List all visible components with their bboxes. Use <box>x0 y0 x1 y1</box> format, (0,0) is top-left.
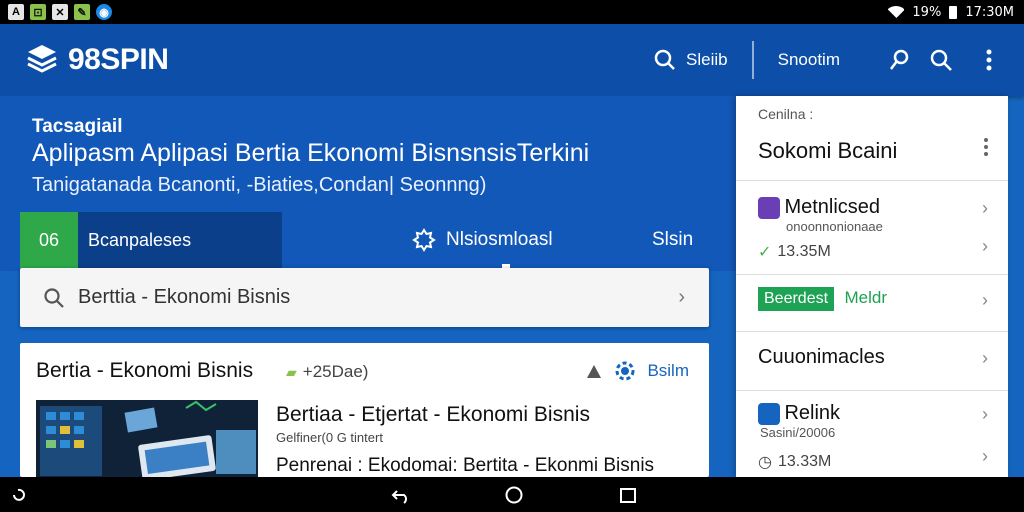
tab-first[interactable]: Bcanpaleses <box>78 212 282 268</box>
chevron-right-icon[interactable]: › <box>982 290 988 311</box>
tab-badge[interactable]: 06 <box>20 212 78 268</box>
recents-icon[interactable] <box>618 485 638 505</box>
x-icon: ✕ <box>52 4 68 20</box>
tab-middle[interactable]: Nlsiosmloasl <box>412 212 553 270</box>
card-date: ▰ +25Dae) <box>286 362 368 382</box>
panel-item-3-name: Cuuonimacles <box>758 346 885 368</box>
image-icon: ⊡ <box>30 4 46 20</box>
search-icon <box>654 49 675 70</box>
a-icon: A <box>8 4 24 20</box>
tab-last[interactable]: Slsin <box>652 212 693 268</box>
panel-item-1[interactable]: Metnlicsed onoonnonionaae ✓ 13.35M <box>758 196 988 262</box>
app-icon <box>758 402 780 425</box>
wifi-icon <box>888 6 904 18</box>
panel-divider <box>736 390 1008 391</box>
panel-divider <box>736 274 1008 275</box>
article-meta: Gelfiner(0 G tintert <box>276 430 383 445</box>
magnifier-icon <box>930 49 952 71</box>
panel-item-1-size: 13.35M <box>777 243 831 260</box>
search-bar-icon <box>44 287 64 308</box>
search-query: Berttia - Ekonomi Bisnis <box>78 286 291 308</box>
search-icon-button[interactable] <box>928 47 954 73</box>
panel-item-1-size-row: ✓ 13.35M <box>758 242 988 262</box>
panel-title: Sokomi Bcaini <box>758 138 898 163</box>
search-bar[interactable]: Berttia - Ekonomi Bisnis › <box>20 268 709 327</box>
chevron-right-icon: › <box>678 286 685 308</box>
system-nav-bar <box>0 477 1024 512</box>
panel-item-2[interactable]: Beerdest Meldr <box>758 287 988 311</box>
card-date-text: +25Dae) <box>302 362 369 381</box>
card-actions: Bsilm <box>585 361 689 381</box>
notification-icons: A ⊡ ✕ ✎ ◉ <box>8 4 112 20</box>
panel-item-4-size: 13.33M <box>777 453 832 470</box>
tab-row: 06 Bcanpaleses Nlsiosmloasl Slsin <box>20 212 710 270</box>
panel-item-3[interactable]: Cuuonimacles <box>758 346 988 369</box>
panel-more-icon[interactable] <box>984 138 990 156</box>
news-card[interactable]: Bertia - Ekonomi Bisnis ▰ +25Dae) Bsilm … <box>20 343 709 477</box>
slash-icon: ✎ <box>74 4 90 20</box>
share-icon[interactable] <box>585 362 603 380</box>
overflow-menu-button[interactable] <box>976 47 1002 73</box>
status-bar: A ⊡ ✕ ✎ ◉ 19% 17:30M <box>0 0 1024 24</box>
card-action-label[interactable]: Bsilm <box>647 361 689 381</box>
panel-divider <box>736 331 1008 332</box>
article-title[interactable]: Bertiaa - Etjertat - Ekonomi Bisnis <box>276 403 590 427</box>
assistant-icon[interactable] <box>8 485 28 505</box>
clock: 17:30M <box>965 4 1014 20</box>
clock-icon: ◷ <box>758 454 772 471</box>
more-vert-icon <box>986 49 992 71</box>
pin-button[interactable] <box>886 47 912 73</box>
chevron-right-icon[interactable]: › <box>982 198 988 219</box>
hero-kicker: Tacsagiail <box>32 116 123 137</box>
app-logo[interactable]: 98SPIN <box>26 43 169 77</box>
home-icon[interactable] <box>504 485 524 505</box>
search-button[interactable]: Sleiib <box>654 49 728 71</box>
panel-item-4[interactable]: Relink Sasini/20006 ◷ 13.33M <box>758 402 988 472</box>
app-icon <box>758 196 780 219</box>
panel-item-2-text: Meldr <box>844 288 888 307</box>
chevron-right-icon[interactable]: › <box>982 446 988 467</box>
panel-item-4-name: Relink <box>784 402 841 424</box>
app-bar: 98SPIN Sleiib Snootim <box>0 24 1024 96</box>
chevron-right-icon[interactable]: › <box>982 236 988 257</box>
panel-item-2-badge: Beerdest <box>758 287 835 311</box>
tab-middle-label: Nlsiosmloasl <box>446 229 553 250</box>
panel-item-1-sub: onoonnonionaae <box>786 219 883 234</box>
pin-icon <box>890 49 909 70</box>
card-heading: Bertia - Ekonomi Bisnis <box>36 359 254 382</box>
logo-icon <box>27 45 57 73</box>
article-thumbnail[interactable] <box>36 400 258 477</box>
hero-title: Aplipasm Aplipasi Bertia Ekonomi Bisnsns… <box>32 139 590 167</box>
side-panel: Cenilna : Sokomi Bcaini Metnlicsed onoon… <box>736 96 1008 477</box>
panel-item-4-sub: Sasini/20006 <box>760 425 836 440</box>
gear-icon <box>412 228 436 252</box>
appbar-divider <box>751 41 754 79</box>
tag-icon: ▰ <box>286 363 297 380</box>
battery-icon <box>949 5 958 19</box>
chevron-right-icon[interactable]: › <box>982 348 988 369</box>
back-icon[interactable] <box>391 485 411 505</box>
check-icon: ✓ <box>758 244 772 261</box>
second-button[interactable]: Snootim <box>778 50 840 70</box>
battery-percentage: 19% <box>912 4 942 20</box>
panel-divider <box>736 180 1008 181</box>
app-name: 98SPIN <box>68 43 169 76</box>
search-button-label: Sleiib <box>686 50 728 69</box>
vpn-icon: ◉ <box>96 4 112 20</box>
hero-subtitle: Tanigatanada Bcanonti, -Biaties,Condan| … <box>32 174 487 196</box>
panel-label: Cenilna : <box>758 106 814 122</box>
panel-item-4-size-row: ◷ 13.33M <box>758 452 988 472</box>
panel-item-1-name: Metnlicsed <box>784 196 881 218</box>
chevron-right-icon[interactable]: › <box>982 404 988 425</box>
second-button-label: Snootim <box>777 50 840 69</box>
article-snippet: Penrenai : Ekodomai: Bertita - Ekonmi Bi… <box>276 455 655 476</box>
settings-icon[interactable] <box>615 361 635 381</box>
